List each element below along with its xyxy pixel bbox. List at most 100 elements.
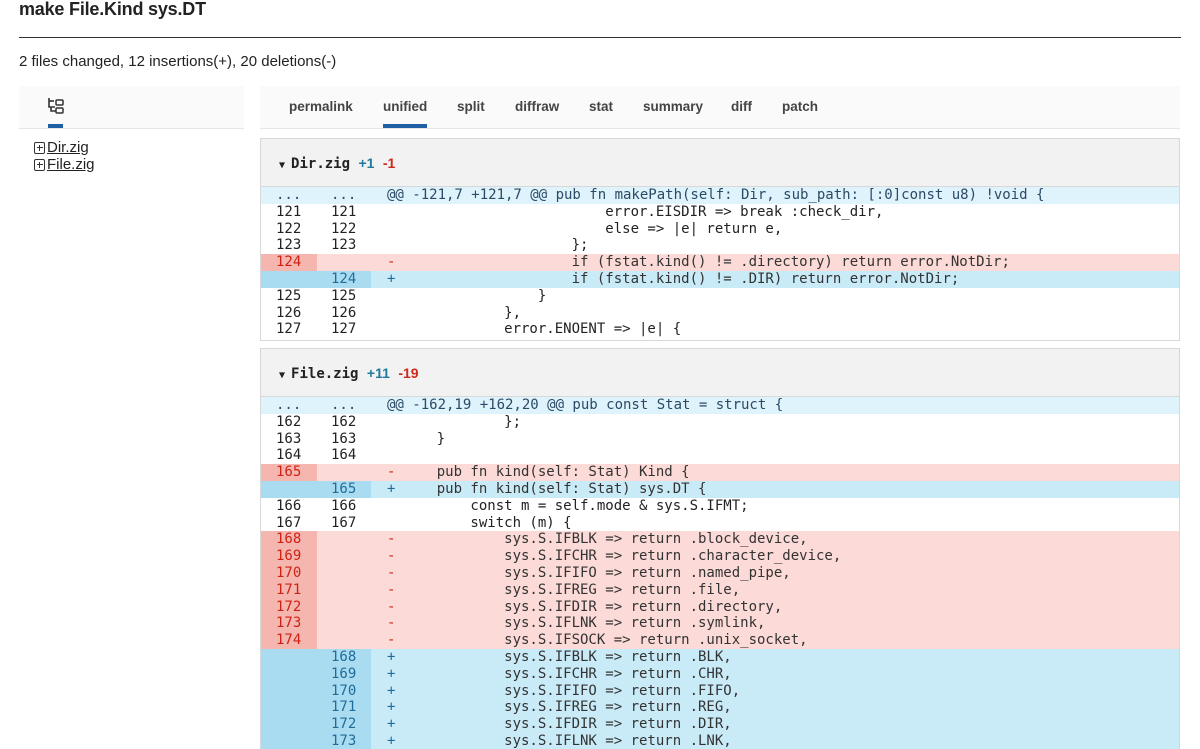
file-link-dir-zig[interactable]: Dir.zig: [47, 139, 89, 156]
new-line-number[interactable]: 166: [317, 498, 371, 515]
new-line-number[interactable]: 168: [317, 648, 371, 666]
old-line-number[interactable]: 165: [261, 464, 317, 481]
collapse-caret-icon[interactable]: ▼: [279, 370, 285, 381]
new-line-number[interactable]: [317, 531, 371, 548]
tree-icon[interactable]: [46, 96, 66, 116]
code-text: sys.S.IFIFO => return .named_pipe,: [403, 564, 791, 581]
code-text: }: [403, 287, 547, 304]
new-line-number[interactable]: 124: [317, 270, 371, 288]
new-line-number[interactable]: [317, 615, 371, 632]
new-line-number[interactable]: [317, 599, 371, 616]
old-line-number[interactable]: [261, 699, 317, 717]
old-line-number[interactable]: 163: [261, 431, 317, 448]
added-square-icon: [34, 158, 45, 171]
context-line: 121 121 error.EISDIR => break :check_dir,: [261, 203, 1179, 221]
new-line-number[interactable]: 163: [317, 431, 371, 448]
new-line-number[interactable]: 164: [317, 447, 371, 464]
context-line: 167 167 switch (m) {: [261, 514, 1179, 532]
code-text: sys.S.IFCHR => return .CHR,: [403, 665, 732, 682]
old-line-number[interactable]: [261, 682, 317, 700]
old-line-number[interactable]: 126: [261, 305, 317, 322]
old-line-number[interactable]: 172: [261, 598, 317, 616]
code-text: sys.S.IFCHR => return .character_device,: [403, 548, 842, 565]
collapse-caret-icon[interactable]: ▼: [279, 160, 285, 171]
new-line-number[interactable]: ...: [317, 397, 371, 414]
file-tree-item[interactable]: Dir.zig: [34, 139, 244, 156]
old-line-number[interactable]: 125: [261, 288, 317, 305]
file-link-file-zig[interactable]: File.zig: [47, 156, 95, 173]
old-line-number[interactable]: 162: [261, 414, 317, 431]
new-line-number[interactable]: 123: [317, 237, 371, 254]
file-diff-header[interactable]: ▼ File.zig +11 -19: [261, 349, 1179, 397]
old-line-number[interactable]: 173: [261, 615, 317, 633]
removed-line: 124 - if (fstat.kind() != .directory) ret…: [261, 254, 1179, 271]
new-line-number[interactable]: 127: [317, 321, 371, 338]
tab-diff[interactable]: diff: [731, 99, 752, 114]
new-line-number[interactable]: 162: [317, 414, 371, 431]
old-line-number[interactable]: 127: [261, 321, 317, 338]
new-line-number[interactable]: [317, 565, 371, 582]
tab-patch[interactable]: patch: [782, 99, 818, 114]
new-line-number[interactable]: 125: [317, 288, 371, 305]
old-line-number[interactable]: [261, 480, 317, 498]
code-text: sys.S.IFSOCK => return .unix_socket,: [403, 632, 808, 649]
new-line-number[interactable]: 172: [317, 716, 371, 733]
old-line-number[interactable]: [261, 270, 317, 288]
old-line-number[interactable]: [261, 648, 317, 666]
tab-permalink[interactable]: permalink: [289, 99, 353, 114]
diff-sign: -: [387, 598, 396, 615]
old-line-number[interactable]: 164: [261, 447, 317, 464]
new-line-number[interactable]: [317, 254, 371, 271]
new-line-number[interactable]: 167: [317, 515, 371, 532]
diff-sign: -: [387, 254, 396, 271]
removed-line: 174 - sys.S.IFSOCK => return .unix_socket…: [261, 632, 1179, 649]
file-tree-item[interactable]: File.zig: [34, 156, 244, 173]
new-line-number[interactable]: 171: [317, 699, 371, 717]
new-line-number[interactable]: 170: [317, 682, 371, 700]
old-line-number[interactable]: [261, 732, 317, 749]
tab-split[interactable]: split: [457, 99, 485, 114]
tab-stat[interactable]: stat: [589, 99, 613, 114]
additions-count: +1: [358, 155, 375, 171]
diff-sign: -: [387, 464, 396, 481]
old-line-number[interactable]: 174: [261, 632, 317, 649]
old-line-number[interactable]: [261, 665, 317, 683]
code-text: switch (m) {: [403, 514, 572, 531]
new-line-number[interactable]: ...: [317, 187, 371, 204]
tab-summary[interactable]: summary: [643, 99, 703, 114]
old-line-number[interactable]: 123: [261, 237, 317, 254]
old-line-number[interactable]: ...: [261, 187, 317, 204]
old-line-number[interactable]: 124: [261, 254, 317, 271]
new-line-number[interactable]: 126: [317, 305, 371, 322]
file-diff-header[interactable]: ▼ Dir.zig +1 -1: [261, 139, 1179, 187]
context-line: 122 122 else => |e| return e,: [261, 220, 1179, 238]
new-line-number[interactable]: [317, 632, 371, 649]
new-line-number[interactable]: 122: [317, 221, 371, 238]
new-line-number[interactable]: 169: [317, 665, 371, 683]
old-line-number[interactable]: 166: [261, 498, 317, 515]
code-text: pub fn kind(self: Stat) sys.DT {: [403, 480, 707, 497]
page-title: make File.Kind sys.DT: [19, 0, 206, 19]
diff-sign: +: [387, 480, 396, 497]
old-line-number[interactable]: 168: [261, 531, 317, 549]
new-line-number[interactable]: 173: [317, 732, 371, 749]
old-line-number[interactable]: 121: [261, 204, 317, 221]
old-line-number[interactable]: 167: [261, 515, 317, 532]
new-line-number[interactable]: [317, 464, 371, 481]
tab-unified[interactable]: unified: [383, 99, 427, 114]
diff-sign: +: [387, 665, 396, 682]
added-line: 172 + sys.S.IFDIR => return .DIR,: [261, 716, 1179, 733]
old-line-number[interactable]: ...: [261, 397, 317, 414]
new-line-number[interactable]: [317, 582, 371, 599]
old-line-number[interactable]: 169: [261, 548, 317, 565]
code-text: else => |e| return e,: [403, 220, 783, 237]
old-line-number[interactable]: 170: [261, 564, 317, 582]
new-line-number[interactable]: 165: [317, 480, 371, 498]
old-line-number[interactable]: [261, 716, 317, 733]
old-line-number[interactable]: 171: [261, 581, 317, 599]
tab-diffraw[interactable]: diffraw: [515, 99, 559, 114]
old-line-number[interactable]: 122: [261, 221, 317, 238]
new-line-number[interactable]: 121: [317, 204, 371, 221]
removed-line: 170 - sys.S.IFIFO => return .named_pipe,: [261, 564, 1179, 582]
new-line-number[interactable]: [317, 548, 371, 565]
